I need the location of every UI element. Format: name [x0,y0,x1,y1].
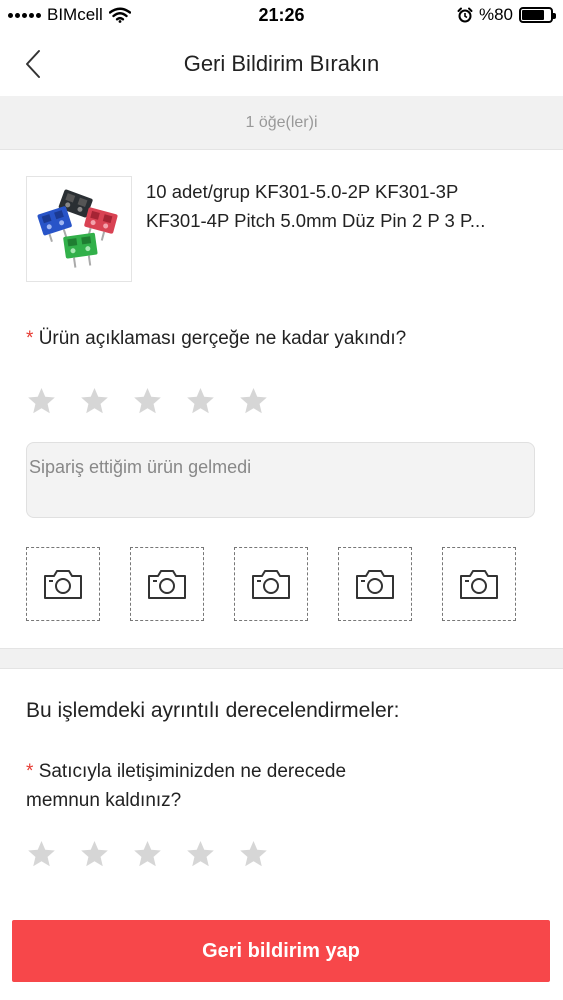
photo-upload-row [26,547,516,621]
camera-icon [44,570,82,599]
product-accuracy-question: * Ürün açıklaması gerçeğe ne kadar yakın… [26,324,406,353]
product-accuracy-question-text: Ürün açıklaması gerçeğe ne kadar yakındı… [38,328,407,349]
required-mark: * [26,761,34,782]
required-mark: * [26,328,34,349]
nav-bar: Geri Bildirim Bırakın [0,32,563,96]
product-thumbnail[interactable] [26,176,132,282]
submit-feedback-button[interactable]: Geri bildirim yap [12,920,550,982]
alarm-clock-icon [457,7,473,23]
seller-question-line-1: Satıcıyla iletişiminizden ne derecede [38,761,347,782]
status-right: %80 [457,5,556,25]
seller-question-line-2: memnun kaldınız? [26,790,182,811]
seller-rating-stars [26,839,269,870]
star-icon[interactable] [79,839,110,870]
star-icon[interactable] [185,386,216,417]
product-title-line-1: 10 adet/grup KF301-5.0-2P KF301-3P [146,181,459,202]
item-count-label: 1 öğe(ler)i [245,113,318,131]
chevron-left-icon [26,50,40,78]
detailed-ratings-title: Bu işlemdeki ayrıntılı derecelendirmeler… [26,699,400,722]
battery-icon [519,7,556,23]
feedback-text: Sipariş ettiğim ürün gelmedi [29,457,252,477]
add-photo-button[interactable] [234,547,308,621]
star-icon[interactable] [132,386,163,417]
back-button[interactable] [18,46,48,82]
camera-icon [356,570,394,599]
star-icon[interactable] [26,839,57,870]
star-icon[interactable] [185,839,216,870]
star-icon[interactable] [238,839,269,870]
star-icon[interactable] [79,386,110,417]
star-icon[interactable] [132,839,163,870]
feedback-textarea[interactable]: Sipariş ettiğim ürün gelmedi [26,442,535,518]
camera-icon [148,570,186,599]
product-rating-stars [26,386,269,417]
add-photo-button[interactable] [130,547,204,621]
camera-icon [460,570,498,599]
star-icon[interactable] [26,386,57,417]
seller-communication-question: * Satıcıyla iletişiminizden ne derecede … [26,757,346,815]
add-photo-button[interactable] [442,547,516,621]
product-title[interactable]: 10 adet/grup KF301-5.0-2P KF301-3P KF301… [146,176,536,282]
battery-percent: %80 [478,5,513,24]
item-count-bar: 1 öğe(ler)i [0,96,563,150]
page-title: Geri Bildirim Bırakın [183,51,380,76]
add-photo-button[interactable] [338,547,412,621]
camera-icon [252,570,290,599]
product-title-line-2: KF301-4P Pitch 5.0mm Düz Pin 2 P 3 P... [146,210,486,231]
star-icon[interactable] [238,386,269,417]
section-divider [0,648,563,669]
terminal-block-image [37,189,118,268]
status-bar: BIMcell 21:26 %80 [0,0,563,32]
add-photo-button[interactable] [26,547,100,621]
product-row[interactable]: 10 adet/grup KF301-5.0-2P KF301-3P KF301… [26,176,546,282]
